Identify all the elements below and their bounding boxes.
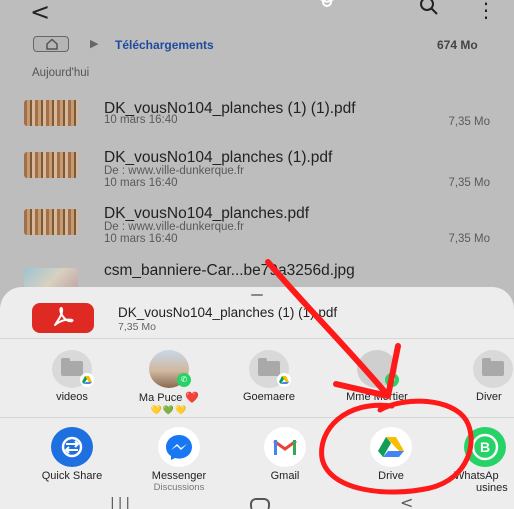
home-nav-icon[interactable]: [250, 498, 270, 509]
path-separator-icon: ▶: [90, 37, 99, 50]
contact-label: Mme Mortier: [346, 391, 408, 403]
section-label-today: Aujourd'hui: [32, 67, 90, 79]
back-nav-icon[interactable]: <: [400, 493, 413, 509]
chevron-left-icon[interactable]: <: [30, 0, 50, 26]
app-label: Messenger: [151, 470, 207, 482]
share-app-drive[interactable]: Drive: [346, 427, 436, 489]
whatsapp-badge-icon: ✆: [385, 373, 399, 387]
share-target-diver[interactable]: Diver: [448, 350, 514, 410]
avatar: ✆: [357, 350, 399, 388]
app-label: Gmail: [270, 470, 300, 482]
shared-file-size: 7,35 Mo: [118, 321, 156, 333]
whatsapp-badge-icon: ✆: [177, 373, 191, 387]
app-sublabel: Discussions: [153, 482, 205, 493]
divider: [0, 338, 514, 339]
folder-avatar: [473, 350, 513, 388]
share-app-quick-share[interactable]: Quick Share: [27, 427, 117, 489]
app-label: Drive: [378, 470, 404, 482]
file-row[interactable]: DK_vousNo104_planches (1).pdf De : www.v…: [0, 146, 514, 200]
file-size: 7,35 Mo: [448, 116, 490, 128]
folder-size: 674 Mo: [437, 38, 478, 52]
contact-emojis: 💛💚💛: [150, 405, 188, 415]
contact-label: videos: [56, 391, 88, 403]
home-folder-button[interactable]: [33, 36, 69, 52]
system-nav-bar: ||| <: [0, 493, 514, 509]
contact-label: Goemaere: [243, 391, 295, 403]
drag-handle[interactable]: [251, 294, 263, 296]
contact-label: Ma Puce ❤️: [138, 392, 200, 404]
app-sublabel: usines: [476, 482, 508, 494]
contact-label: Diver: [476, 391, 502, 403]
share-app-whatsapp[interactable]: B WhatsAp usines: [448, 427, 514, 494]
folder-avatar: [249, 350, 291, 388]
drive-badge-icon: [277, 373, 291, 387]
recent-apps-icon[interactable]: |||: [110, 496, 133, 509]
share-icon[interactable]: [305, 0, 349, 14]
search-icon[interactable]: [418, 0, 440, 16]
avatar: ✆: [149, 350, 191, 388]
path-bar: ▶ Téléchargements 674 Mo: [0, 30, 514, 58]
share-target-ma-puce[interactable]: ✆ Ma Puce ❤️ 💛💚💛: [124, 350, 214, 415]
share-target-goemaere[interactable]: Goemaere: [224, 350, 314, 410]
file-date: 10 mars 16:40: [104, 114, 178, 126]
folder-avatar: [52, 350, 94, 388]
top-app-bar: < ⋮: [0, 0, 514, 28]
file-size: 7,35 Mo: [448, 233, 490, 245]
svg-text:B: B: [480, 439, 490, 455]
drive-icon: [370, 427, 412, 467]
folder-icon: [61, 358, 83, 376]
file-thumbnail: [24, 100, 78, 126]
file-date: 10 mars 16:40: [104, 233, 178, 245]
file-thumbnail: [24, 152, 78, 178]
app-label: WhatsAp: [454, 470, 499, 482]
gmail-icon: [264, 427, 306, 467]
more-vertical-icon[interactable]: ⋮: [476, 0, 496, 22]
path-current-folder[interactable]: Téléchargements: [115, 38, 214, 52]
share-app-gmail[interactable]: Gmail: [240, 427, 330, 489]
divider: [0, 417, 514, 418]
file-row[interactable]: DK_vousNo104_planches.pdf De : www.ville…: [0, 203, 514, 257]
share-app-messenger[interactable]: Messenger Discussions: [134, 427, 224, 493]
share-target-videos[interactable]: videos: [27, 350, 117, 410]
pdf-icon: [32, 303, 94, 333]
share-target-mme-mortier[interactable]: ✆ Mme Mortier: [332, 350, 422, 410]
messenger-icon: [158, 427, 200, 467]
whatsapp-business-icon: B: [464, 427, 506, 467]
shared-file-name: DK_vousNo104_planches (1) (1).pdf: [118, 305, 338, 320]
file-size: 7,35 Mo: [448, 177, 490, 189]
app-label: Quick Share: [41, 470, 103, 482]
file-name: csm_banniere-Car...be79a3256d.jpg: [104, 262, 355, 279]
file-source: De : www.ville-dunkerque.fr: [104, 165, 244, 177]
folder-icon: [482, 358, 504, 376]
file-source: De : www.ville-dunkerque.fr: [104, 221, 244, 233]
quick-share-icon: [51, 427, 93, 467]
folder-icon: [258, 358, 280, 376]
file-thumbnail: [24, 209, 78, 235]
home-icon: [46, 38, 58, 50]
file-row[interactable]: DK_vousNo104_planches (1) (1).pdf 10 mar…: [0, 94, 514, 148]
share-sheet: DK_vousNo104_planches (1) (1).pdf 7,35 M…: [0, 287, 514, 509]
file-date: 10 mars 16:40: [104, 177, 178, 189]
drive-badge-icon: [80, 373, 94, 387]
